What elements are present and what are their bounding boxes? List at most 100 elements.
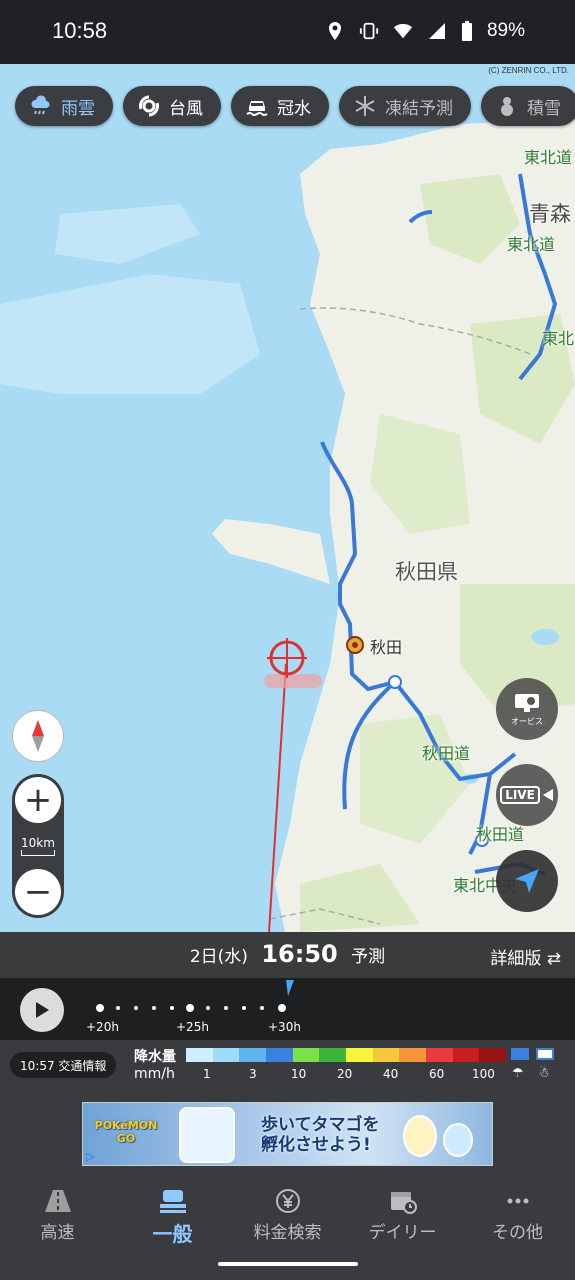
legend-title: 降水量 (134, 1049, 176, 1065)
orbis-label: オービス (511, 716, 543, 726)
scale-text: 10km (21, 836, 55, 850)
layer-chips: 雨雲 台風 冠水 凍結予測 積雪 (15, 86, 575, 126)
road-label-tohoku: 東北道 (507, 235, 556, 254)
flood-car-icon (245, 94, 269, 118)
legend-swatch (426, 1048, 453, 1062)
home-indicator[interactable] (218, 1262, 358, 1266)
legend-unit: mm/h (134, 1066, 175, 1082)
chip-label: 雨雲 (61, 98, 95, 119)
calendar-clock-icon (390, 1192, 417, 1214)
current-location-button[interactable] (496, 850, 558, 912)
map-base (0, 119, 575, 932)
detail-label: 詳細版 (490, 949, 542, 969)
battery-icon (461, 21, 472, 41)
legend-value: 40 (383, 1067, 399, 1081)
legend-value: 10 (291, 1067, 307, 1081)
timeline-tick: +20h (86, 1020, 119, 1034)
chip-snow-cover[interactable]: 積雪 (481, 86, 575, 126)
chip-freeze-forecast[interactable]: 凍結予測 (339, 86, 471, 126)
general-road-icon (159, 1190, 186, 1213)
legend-color-scale (186, 1048, 507, 1062)
map-view[interactable]: (C) ZENRIN CO., LTD. 雨雲 台風 冠水 凍結予測 積雪 東北… (0, 64, 575, 932)
ad-text: 歩いてタマゴを 孵化させよう! (261, 1115, 380, 1155)
legend-snow-swatch (536, 1048, 554, 1060)
zoom-in-button[interactable]: + (15, 777, 61, 823)
snowman-small-icon: ☃ (538, 1066, 550, 1081)
forecast-date: 2日(水) (189, 947, 248, 967)
chip-typhoon[interactable]: 台風 (123, 86, 221, 126)
legend-swatch (372, 1048, 400, 1062)
compass-button[interactable] (12, 710, 64, 762)
navigation-arrow-icon (515, 869, 539, 893)
legend-value: 100 (472, 1067, 495, 1081)
nav-item-more[interactable]: その他 (460, 1188, 575, 1243)
scale-indicator: 10km (21, 836, 55, 856)
snowflake-icon (353, 94, 377, 118)
timeline-tick: +30h (268, 1020, 301, 1034)
ad-banner[interactable]: POKéMON GO 歩いてタマゴを 孵化させよう! ▷ (82, 1102, 493, 1166)
legend-value: 3 (249, 1067, 257, 1081)
live-camera-button[interactable]: LIVE (496, 764, 558, 826)
chip-flood[interactable]: 冠水 (231, 86, 329, 126)
play-icon (36, 1002, 49, 1018)
legend-swatch (212, 1048, 240, 1062)
chip-label: 積雪 (527, 98, 561, 119)
map-copyright: (C) ZENRIN CO., LTD. (488, 66, 569, 75)
nav-label: 料金検索 (253, 1223, 322, 1243)
live-label: LIVE (500, 786, 540, 804)
nav-label: 一般 (152, 1222, 193, 1246)
live-camera-icon: LIVE (500, 786, 554, 804)
nav-item-highway[interactable]: 高速 (0, 1188, 115, 1243)
legend-swatch (186, 1048, 213, 1062)
zoom-out-button[interactable]: − (15, 869, 61, 915)
forecast-datetime: 2日(水) 16:50 予測 (0, 940, 575, 968)
chip-rain-cloud[interactable]: 雨雲 (15, 86, 113, 126)
ad-egg-image (443, 1123, 473, 1157)
location-icon (328, 22, 341, 40)
legend-swatch (452, 1048, 480, 1062)
ad-logo: POKéMON GO (94, 1119, 158, 1145)
timeline-slider[interactable]: +20h +25h +30h (80, 978, 550, 1040)
swap-arrows-icon: ⇄ (546, 949, 561, 969)
nav-item-general[interactable]: 一般 (115, 1188, 230, 1247)
more-icon (507, 1198, 528, 1204)
timeline-tick: +25h (176, 1020, 209, 1034)
yen-icon (275, 1189, 300, 1213)
orbis-button[interactable]: オービス (496, 678, 558, 740)
ad-area: POKéMON GO 歩いてタマゴを 孵化させよう! ▷ (0, 1090, 575, 1176)
traffic-info-button[interactable]: 10:57 交通情報 (10, 1052, 117, 1078)
legend-swatch (479, 1048, 507, 1062)
road-label-akita: 秋田道 (422, 744, 471, 763)
snowman-icon (495, 94, 519, 118)
forecast-header: 2日(水) 16:50 予測 詳細版 ⇄ (0, 932, 575, 978)
legend-value: 20 (337, 1067, 353, 1081)
speed-camera-icon (515, 693, 539, 712)
typhoon-icon (137, 94, 161, 118)
forecast-suffix: 予測 (351, 947, 386, 967)
chip-label: 凍結予測 (385, 98, 453, 119)
city-label-akita: 秋田 (370, 638, 403, 657)
status-bar: 10:58 89% (0, 0, 575, 64)
legend-rain-swatch (511, 1048, 529, 1060)
legend-value: 60 (429, 1067, 445, 1081)
ad-egg-image (403, 1115, 437, 1157)
play-button[interactable] (20, 988, 64, 1032)
forecast-time: 16:50 (261, 940, 338, 968)
legend-swatch (319, 1048, 347, 1062)
prefecture-label-akita: 秋田県 (395, 560, 458, 584)
scale-bar (21, 850, 55, 856)
compass-icon (32, 720, 44, 752)
signal-icon (428, 23, 445, 39)
highway-icon (44, 1190, 71, 1212)
nav-item-fare-search[interactable]: 料金検索 (230, 1188, 345, 1243)
wifi-icon (393, 23, 413, 39)
road-label-tohoku: 東北道 (524, 148, 573, 167)
road-label-tohoku: 東北 (542, 329, 575, 348)
status-icons: 89% (325, 20, 525, 42)
legend-swatch (292, 1048, 320, 1062)
detail-version-button[interactable]: 詳細版 ⇄ (490, 944, 561, 969)
zoom-control: + 10km − (12, 774, 64, 918)
nav-item-daily[interactable]: デイリー (345, 1188, 460, 1243)
ad-choices-icon[interactable]: ▷ (86, 1150, 94, 1163)
status-time: 10:58 (52, 18, 108, 43)
